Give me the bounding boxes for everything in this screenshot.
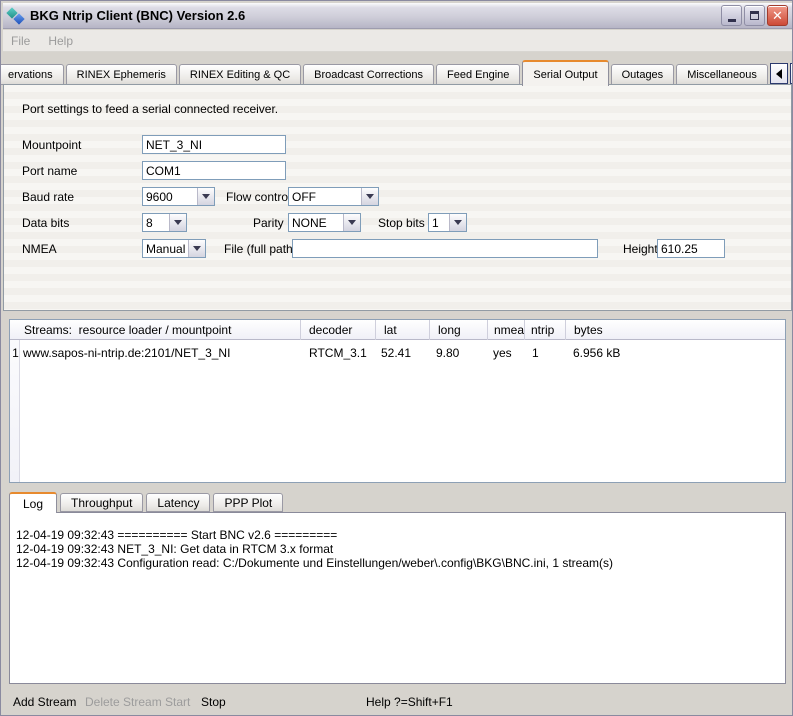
delete-stream-button[interactable]: Delete Stream [85, 695, 162, 709]
port-name-input[interactable] [142, 161, 286, 180]
parity-select[interactable]: NONE [288, 213, 361, 232]
mountpoint-label: Mountpoint [22, 138, 81, 152]
baud-rate-label: Baud rate [22, 190, 74, 204]
tab-feed-engine[interactable]: Feed Engine [436, 64, 520, 85]
tab-scroll-left-button[interactable] [770, 63, 788, 84]
height-input[interactable] [657, 239, 725, 258]
chevron-down-icon [361, 188, 378, 205]
log-output[interactable]: 12-04-19 09:32:43 ========== Start BNC v… [9, 512, 786, 684]
nmea-select[interactable]: Manual [142, 239, 206, 258]
mountpoint-input[interactable] [142, 135, 286, 154]
help-shortcut-label[interactable]: Help ?=Shift+F1 [366, 695, 453, 709]
table-row[interactable]: www.sapos-ni-ntrip.de:2101/NET_3_NI RTCM… [10, 346, 785, 364]
cell-long: 9.80 [436, 346, 459, 360]
streams-header-row: Streams: resource loader / mountpoint de… [10, 320, 785, 340]
log-line: 12-04-19 09:32:43 ========== Start BNC v… [16, 528, 779, 542]
maximize-icon [750, 11, 759, 20]
cell-ntrip: 1 [532, 346, 539, 360]
panel-intro-text: Port settings to feed a serial connected… [22, 102, 278, 116]
flow-control-select[interactable]: OFF [288, 187, 379, 206]
minimize-button[interactable] [721, 5, 742, 26]
tab-rinex-ephemeris[interactable]: RINEX Ephemeris [66, 64, 177, 85]
tab-scrollers [770, 63, 793, 85]
start-button[interactable]: Start [165, 695, 190, 709]
cell-nmea: yes [493, 346, 512, 360]
tab-miscellaneous[interactable]: Miscellaneous [676, 64, 768, 85]
stop-button[interactable]: Stop [201, 695, 226, 709]
menu-file[interactable]: File [11, 34, 30, 48]
cell-decoder: RTCM_3.1 [309, 346, 367, 360]
chevron-down-icon [343, 214, 360, 231]
port-name-label: Port name [22, 164, 77, 178]
tab-serial-output[interactable]: Serial Output [522, 60, 608, 86]
cell-bytes: 6.956 kB [573, 346, 620, 360]
baud-rate-select[interactable]: 9600 [142, 187, 215, 206]
nmea-label: NMEA [22, 242, 57, 256]
row-header-strip [10, 320, 20, 482]
log-tab-bar: Log Throughput Latency PPP Plot [9, 491, 786, 512]
app-window: BKG Ntrip Client (BNC) Version 2.6 ✕ Fil… [0, 0, 793, 716]
tab-latency[interactable]: Latency [146, 493, 210, 512]
cell-lat: 52.41 [381, 346, 411, 360]
close-icon: ✕ [772, 9, 783, 22]
col-lat[interactable]: lat [375, 320, 429, 340]
col-bytes[interactable]: bytes [565, 320, 783, 340]
close-button[interactable]: ✕ [767, 5, 788, 26]
serial-output-panel: Port settings to feed a serial connected… [3, 84, 792, 311]
minimize-icon [728, 19, 736, 22]
col-mountpoint[interactable]: Streams: resource loader / mountpoint [20, 320, 300, 340]
log-line: 12-04-19 09:32:43 Configuration read: C:… [16, 556, 779, 570]
chevron-down-icon [188, 240, 205, 257]
chevron-down-icon [449, 214, 466, 231]
top-tab-bar: ervations RINEX Ephemeris RINEX Editing … [3, 57, 792, 85]
stop-bits-select[interactable]: 1 [428, 213, 467, 232]
col-long[interactable]: long [429, 320, 487, 340]
maximize-button[interactable] [744, 5, 765, 26]
height-label: Height [623, 242, 658, 256]
stop-bits-label: Stop bits [378, 216, 425, 230]
tab-throughput[interactable]: Throughput [60, 493, 143, 512]
col-decoder[interactable]: decoder [300, 320, 375, 340]
window-title: BKG Ntrip Client (BNC) Version 2.6 [30, 8, 719, 23]
log-line: 12-04-19 09:32:43 NET_3_NI: Get data in … [16, 542, 779, 556]
chevron-down-icon [197, 188, 214, 205]
bnc-app-icon [7, 7, 25, 25]
tab-log[interactable]: Log [9, 492, 57, 513]
tab-broadcast-corrections[interactable]: Broadcast Corrections [303, 64, 434, 85]
chevron-down-icon [169, 214, 186, 231]
arrow-left-icon [776, 69, 782, 79]
data-bits-label: Data bits [22, 216, 69, 230]
data-bits-select[interactable]: 8 [142, 213, 187, 232]
menubar: File Help [3, 30, 792, 52]
tab-rinex-editing-qc[interactable]: RINEX Editing & QC [179, 64, 301, 85]
titlebar: BKG Ntrip Client (BNC) Version 2.6 ✕ [3, 3, 792, 29]
file-path-label: File (full path) [224, 242, 297, 256]
bottom-action-bar: Add Stream Delete Stream Start Stop Help… [3, 689, 792, 715]
tab-observations[interactable]: ervations [0, 64, 64, 85]
file-path-input[interactable] [292, 239, 598, 258]
col-ntrip[interactable]: ntrip [524, 320, 565, 340]
menu-help[interactable]: Help [48, 34, 73, 48]
streams-table: Streams: resource loader / mountpoint de… [9, 319, 786, 483]
add-stream-button[interactable]: Add Stream [13, 695, 76, 709]
cell-mountpoint: www.sapos-ni-ntrip.de:2101/NET_3_NI [23, 346, 230, 360]
flow-control-label: Flow control [226, 190, 291, 204]
tab-outages[interactable]: Outages [611, 64, 675, 85]
col-nmea[interactable]: nmea [487, 320, 524, 340]
tab-ppp-plot[interactable]: PPP Plot [213, 493, 283, 512]
parity-label: Parity [253, 216, 284, 230]
